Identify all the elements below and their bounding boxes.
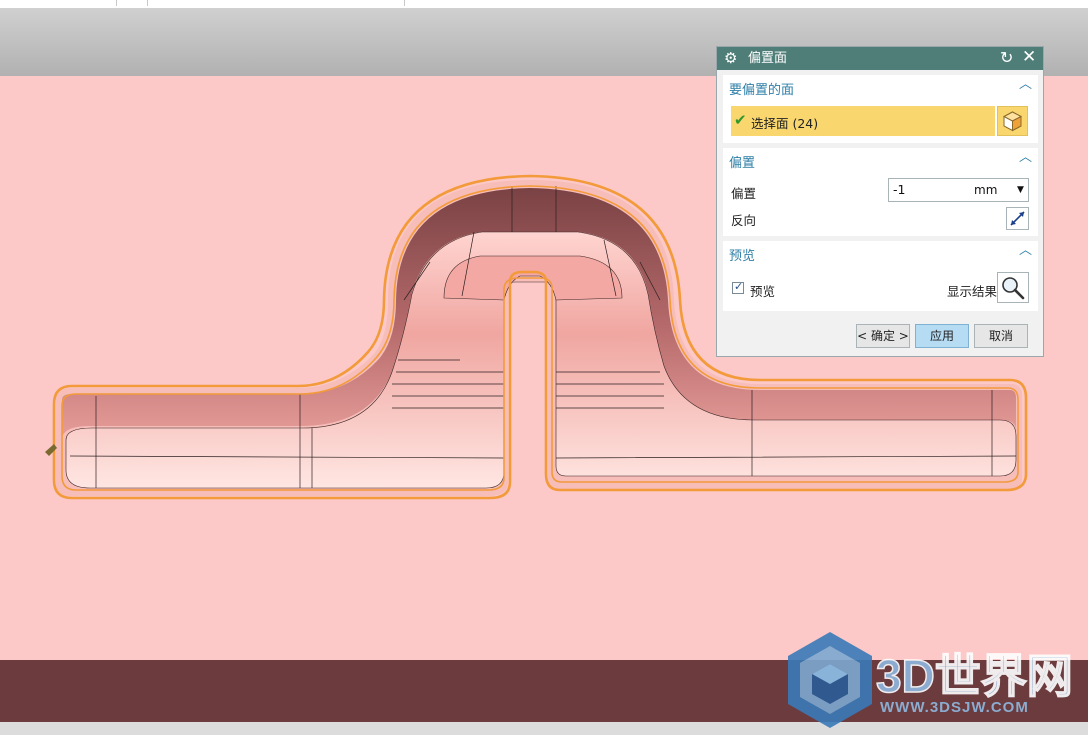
face-cube-icon (1002, 111, 1023, 132)
watermark-url-text: WWW.3DSJW.COM (880, 699, 1029, 716)
offset-group-header: 偏置 (729, 156, 756, 171)
face-selector-button[interactable] (997, 106, 1028, 136)
offset-label: 偏置 (731, 186, 757, 201)
toolbar-field[interactable] (0, 0, 117, 6)
chevron-up-icon[interactable]: ︿ (1019, 244, 1032, 258)
apply-button[interactable]: 应用 (915, 324, 969, 348)
dialog-title-bar: ⚙ 偏置面 ↻ ✕ (717, 47, 1043, 70)
faces-group: 要偏置的面 ︿ ✔ 选择面 (24) (723, 75, 1038, 143)
reverse-label: 反向 (731, 213, 757, 228)
dropdown-arrow-icon[interactable]: ▼ (1017, 185, 1024, 195)
viewport-bottom-edge (0, 722, 1088, 735)
faces-group-header: 要偏置的面 (729, 83, 795, 98)
ok-button[interactable]: < 确定 > (856, 324, 910, 348)
reverse-direction-button[interactable] (1006, 207, 1029, 230)
show-result-label: 显示结果 (947, 284, 998, 299)
chevron-up-icon[interactable]: ︿ (1019, 78, 1032, 92)
offset-group: 偏置 ︿ 偏置 -1 mm ▼ 反向 (723, 148, 1038, 236)
preview-group: 预览 ︿ ✓ 预览 显示结果 (723, 241, 1038, 311)
offset-unit-select[interactable]: mm (974, 183, 997, 197)
preview-checkbox[interactable]: ✓ (732, 280, 744, 294)
offset-value-field[interactable]: -1 mm ▼ (888, 178, 1029, 202)
chevron-up-icon[interactable]: ︿ (1019, 151, 1032, 165)
offset-value-input[interactable]: -1 (893, 182, 905, 197)
checkmark-icon: ✓ (734, 280, 744, 293)
gear-icon: ⚙ (724, 49, 738, 67)
cancel-button[interactable]: 取消 (974, 324, 1028, 348)
close-icon[interactable]: ✕ (1022, 47, 1036, 68)
toolbar-field[interactable] (117, 0, 148, 6)
select-face-row[interactable]: ✔ 选择面 (24) (731, 106, 995, 136)
offset-face-dialog: ⚙ 偏置面 ↻ ✕ 要偏置的面 ︿ ✔ 选择面 (24) 偏置 ︿ 偏置 -1 … (716, 46, 1044, 357)
preview-group-header: 预览 (729, 249, 756, 264)
dialog-title: 偏置面 (748, 51, 788, 66)
select-face-label: 选择面 (24) (751, 116, 819, 131)
watermark-brand-text: 3D世界网 (876, 650, 1073, 702)
magnifier-icon (1002, 277, 1025, 300)
reset-icon[interactable]: ↻ (1000, 48, 1013, 68)
toolbar-field[interactable] (148, 0, 405, 6)
reverse-direction-icon (1010, 211, 1025, 226)
preview-label: 预览 (750, 284, 776, 299)
show-result-button[interactable] (997, 272, 1029, 303)
check-icon: ✔ (734, 111, 747, 129)
